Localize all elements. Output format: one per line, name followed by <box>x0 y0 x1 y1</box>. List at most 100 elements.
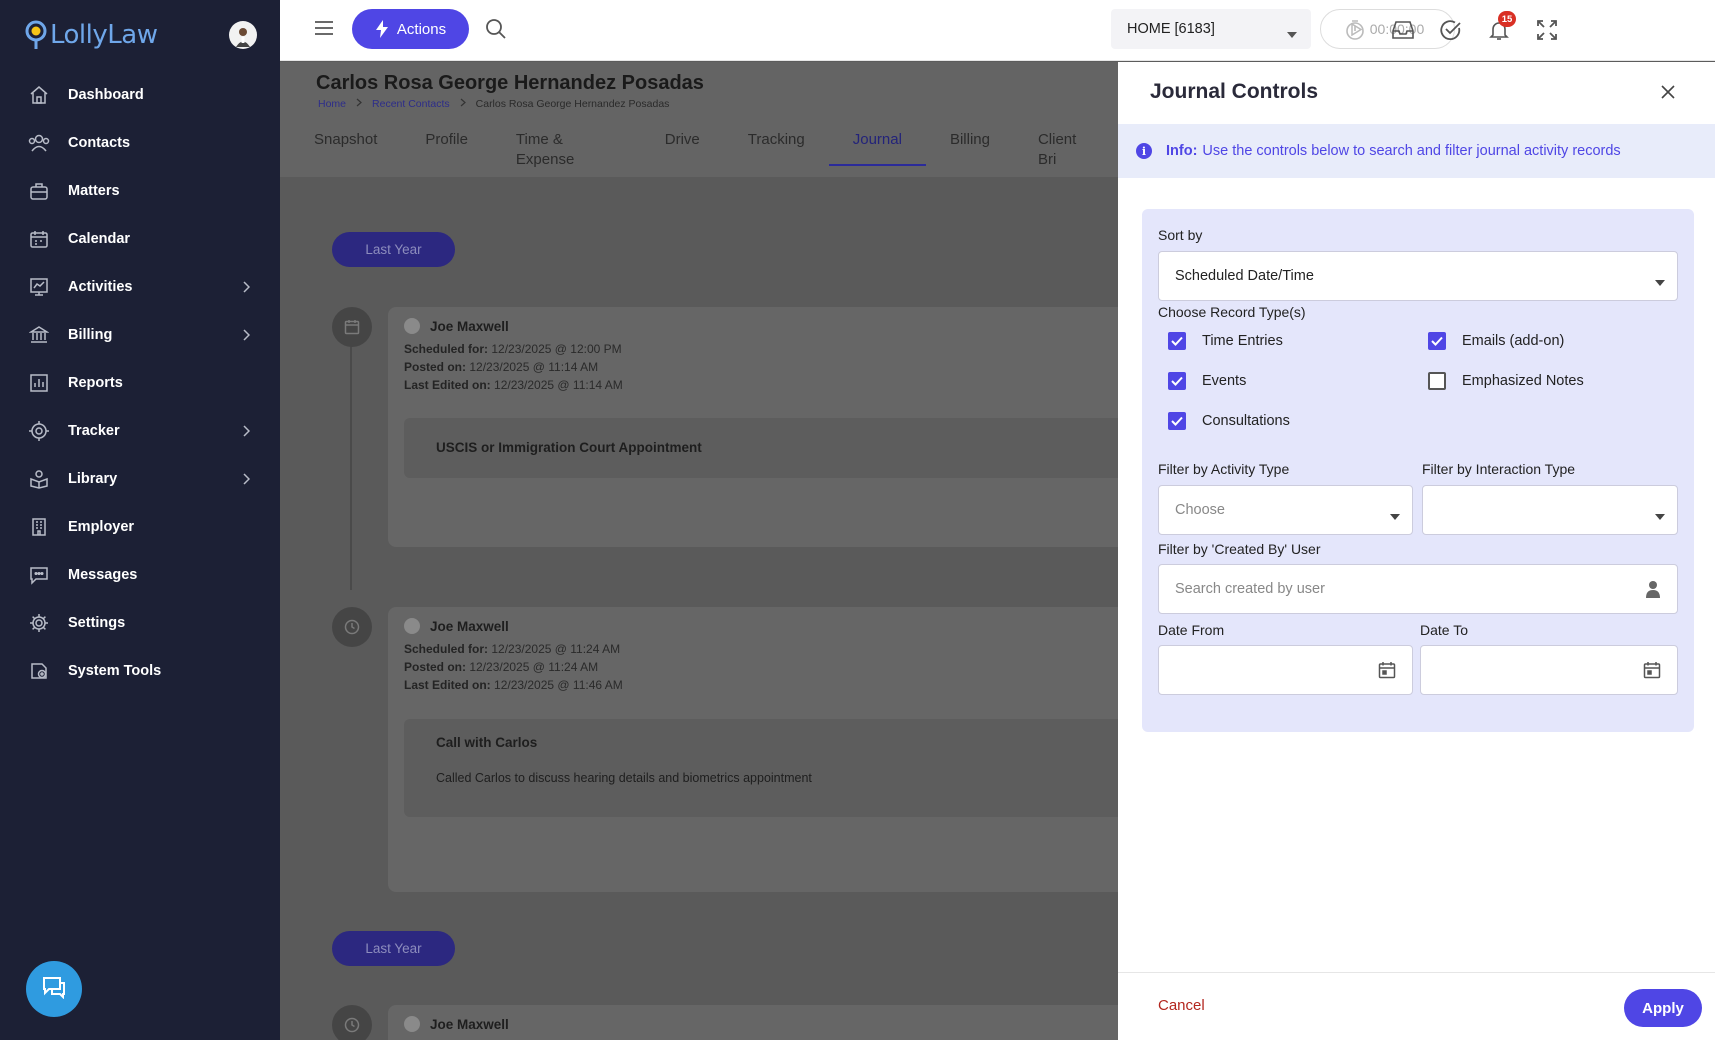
fullscreen-icon[interactable] <box>1534 17 1560 43</box>
entry-content-box: USCIS or Immigration Court Appointment <box>404 418 1118 478</box>
checkbox-emails[interactable]: Emails (add-on) <box>1428 332 1564 350</box>
tab-time-expense[interactable]: Time & Expense <box>492 128 641 168</box>
sidebar-item-system-tools[interactable]: System Tools <box>0 647 280 695</box>
sidebar-item-settings[interactable]: Settings <box>0 599 280 647</box>
date-to-input[interactable] <box>1421 646 1677 694</box>
actions-button[interactable]: Actions <box>352 9 469 49</box>
tab-billing[interactable]: Billing <box>926 128 1014 166</box>
sort-by-value: Scheduled Date/Time <box>1175 268 1314 284</box>
gear-icon <box>28 612 50 634</box>
sidebar-item-reports[interactable]: Reports <box>0 359 280 407</box>
bank-icon <box>28 324 50 346</box>
checkbox-checked-icon <box>1428 332 1446 350</box>
entry-content-box: Call with Carlos Called Carlos to discus… <box>404 719 1118 817</box>
interaction-type-select[interactable] <box>1422 485 1678 535</box>
sidebar-item-matters[interactable]: Matters <box>0 167 280 215</box>
journal-entry-card[interactable]: Joe Maxwell <box>388 1005 1118 1040</box>
sidebar-item-label: Dashboard <box>68 87 144 103</box>
close-icon[interactable] <box>1658 82 1678 102</box>
caret-down-icon <box>1655 508 1665 524</box>
author-avatar <box>404 618 420 634</box>
sort-by-select[interactable]: Scheduled Date/Time <box>1158 251 1678 301</box>
tab-profile[interactable]: Profile <box>401 128 492 166</box>
user-avatar[interactable] <box>229 21 257 49</box>
entry-author-name: Joe Maxwell <box>430 618 509 634</box>
checkbox-label: Consultations <box>1202 413 1290 429</box>
search-icon[interactable] <box>485 18 507 45</box>
top-bar: Actions HOME [6183] 00:00:00 15 <box>280 0 1715 61</box>
workspace-select[interactable]: HOME [6183] <box>1111 9 1311 49</box>
timer-button[interactable]: 00:00:00 <box>1320 9 1455 49</box>
info-label: Info: <box>1166 143 1198 159</box>
date-to-field <box>1420 645 1678 695</box>
checkbox-events[interactable]: Events <box>1168 372 1246 390</box>
breadcrumb-home[interactable]: Home <box>318 98 346 110</box>
sidebar-item-contacts[interactable]: Contacts <box>0 119 280 167</box>
breadcrumb: Home Recent Contacts Carlos Rosa George … <box>318 98 669 110</box>
sidebar-item-library[interactable]: Library <box>0 455 280 503</box>
inbox-icon[interactable] <box>1390 17 1416 43</box>
checkbox-label: Events <box>1202 373 1247 389</box>
sidebar-item-employer[interactable]: Employer <box>0 503 280 551</box>
bell-icon[interactable]: 15 <box>1486 11 1516 43</box>
logo-text: LollyLaw <box>50 20 158 50</box>
sidebar-item-label: Billing <box>68 327 113 343</box>
chevron-right-icon <box>242 472 251 490</box>
checkbox-label: Emphasized Notes <box>1462 373 1584 389</box>
entry-description: Called Carlos to discuss hearing details… <box>436 771 812 785</box>
app-logo[interactable]: LollyLaw <box>24 18 158 52</box>
sidebar-item-billing[interactable]: Billing <box>0 311 280 359</box>
home-icon <box>28 84 50 106</box>
tab-drive[interactable]: Drive <box>641 128 724 166</box>
sidebar-item-label: Tracker <box>68 423 120 439</box>
chat-bubble-icon <box>41 975 67 1004</box>
chevron-right-icon <box>242 328 251 346</box>
year-group-pill[interactable]: Last Year <box>332 931 455 966</box>
sidebar-item-label: System Tools <box>68 663 162 679</box>
sidebar-item-messages[interactable]: Messages <box>0 551 280 599</box>
activity-type-placeholder: Choose <box>1175 502 1225 518</box>
calendar-icon[interactable] <box>1378 661 1396 684</box>
entry-author: Joe Maxwell <box>404 618 509 634</box>
stopwatch-icon[interactable] <box>1342 17 1368 43</box>
breadcrumb-recent-contacts[interactable]: Recent Contacts <box>372 98 450 110</box>
tab-snapshot[interactable]: Snapshot <box>314 128 401 166</box>
cancel-button[interactable]: Cancel <box>1158 997 1205 1014</box>
created-by-label: Filter by 'Created By' User <box>1158 541 1321 557</box>
tab-journal[interactable]: Journal <box>828 128 926 166</box>
checkbox-time-entries[interactable]: Time Entries <box>1168 332 1283 350</box>
checkbox-emphasized-notes[interactable]: Emphasized Notes <box>1428 372 1584 390</box>
sidebar-item-label: Messages <box>68 567 138 583</box>
created-by-input[interactable] <box>1159 565 1677 613</box>
sidebar-item-activities[interactable]: Activities <box>0 263 280 311</box>
sidebar-item-label: Calendar <box>68 231 131 247</box>
checkbox-label: Emails (add-on) <box>1462 333 1565 349</box>
hamburger-menu-icon[interactable] <box>314 20 334 41</box>
sidebar-item-tracker[interactable]: Tracker <box>0 407 280 455</box>
sidebar-item-dashboard[interactable]: Dashboard <box>0 71 280 119</box>
date-to-label: Date To <box>1420 622 1468 638</box>
activity-chart-icon <box>28 276 50 298</box>
system-tools-icon <box>28 660 50 682</box>
actions-label: Actions <box>396 20 447 38</box>
checkbox-checked-icon <box>1168 372 1186 390</box>
sidebar-item-calendar[interactable]: Calendar <box>0 215 280 263</box>
entry-author: Joe Maxwell <box>404 1016 509 1032</box>
check-circle-icon[interactable] <box>1438 17 1464 43</box>
calendar-icon[interactable] <box>1643 661 1661 684</box>
chat-support-button[interactable] <box>26 961 82 1017</box>
year-group-pill[interactable]: Last Year <box>332 232 455 267</box>
caret-down-icon <box>1390 508 1400 524</box>
entry-title: USCIS or Immigration Court Appointment <box>436 440 702 455</box>
tab-client-brief[interactable]: Client Bri <box>1014 128 1118 168</box>
entry-author: Joe Maxwell <box>404 318 509 334</box>
tab-tracking[interactable]: Tracking <box>724 128 829 166</box>
sort-by-label: Sort by <box>1158 227 1203 243</box>
date-from-input[interactable] <box>1159 646 1412 694</box>
checkbox-consultations[interactable]: Consultations <box>1168 412 1290 430</box>
lollipop-logo-icon <box>24 20 48 50</box>
apply-button[interactable]: Apply <box>1624 989 1702 1027</box>
checkbox-unchecked-icon <box>1428 372 1446 390</box>
calendar-event-icon <box>332 307 372 347</box>
activity-type-select[interactable]: Choose <box>1158 485 1413 535</box>
